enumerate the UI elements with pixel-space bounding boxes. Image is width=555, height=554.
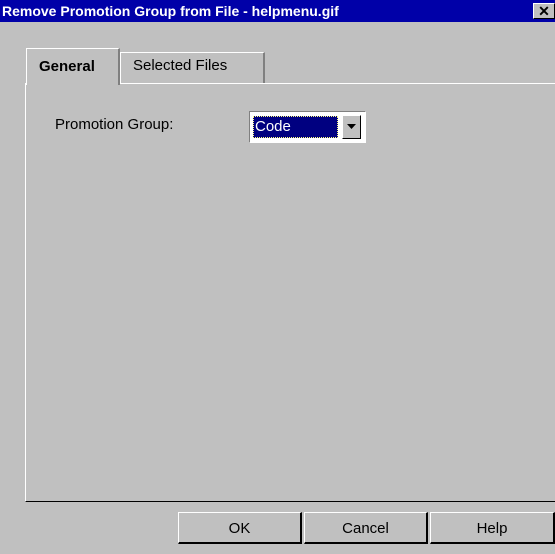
help-button[interactable]: Help — [430, 512, 555, 544]
chevron-down-icon — [347, 124, 356, 129]
tab-selected-files[interactable]: Selected Files — [120, 52, 265, 83]
ok-button[interactable]: OK — [178, 512, 302, 544]
promotion-group-select[interactable]: Code — [249, 111, 366, 143]
cancel-button[interactable]: Cancel — [304, 512, 428, 544]
dropdown-button[interactable] — [342, 115, 361, 139]
promotion-group-value: Code — [253, 116, 338, 138]
title-bar: Remove Promotion Group from File - helpm… — [0, 0, 555, 22]
general-panel — [25, 83, 555, 502]
window-title: Remove Promotion Group from File - helpm… — [2, 3, 339, 19]
close-button[interactable]: ✕ — [533, 3, 555, 19]
close-icon: ✕ — [538, 3, 550, 19]
tab-general-label: General — [39, 58, 95, 75]
promotion-group-label: Promotion Group: — [55, 116, 174, 133]
tab-general[interactable]: General — [26, 48, 120, 85]
tab-selected-files-label: Selected Files — [133, 57, 228, 74]
